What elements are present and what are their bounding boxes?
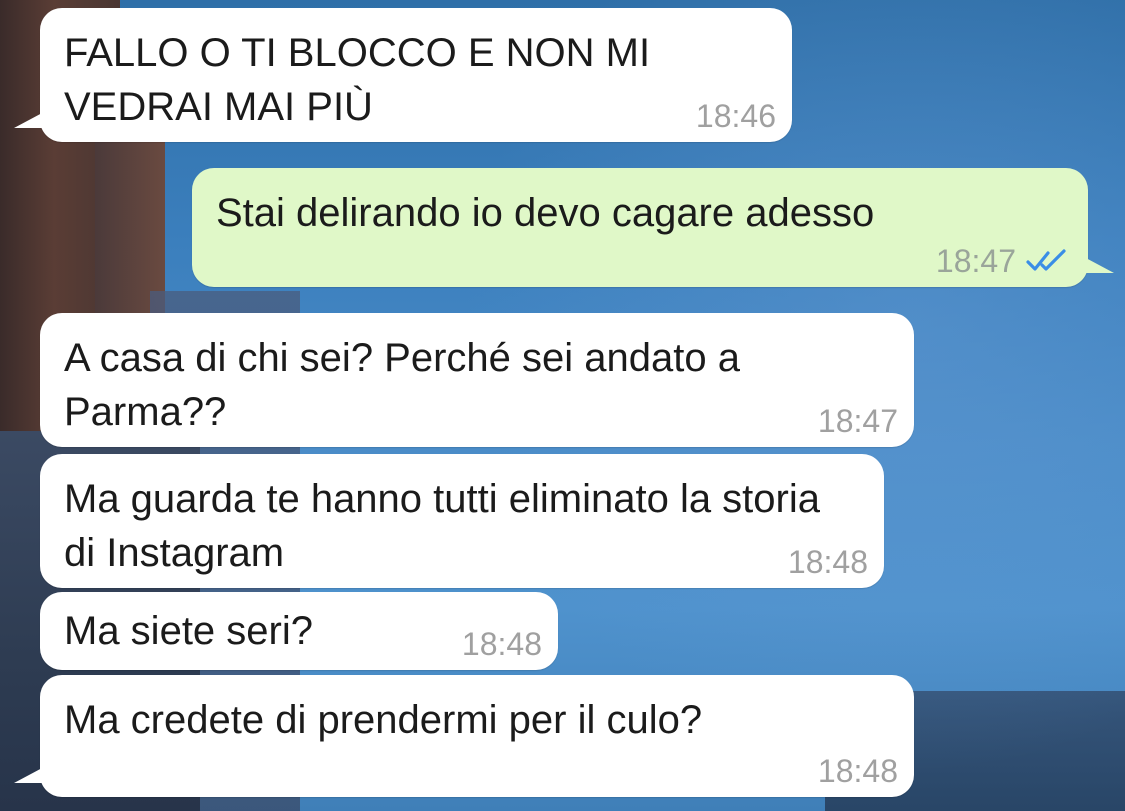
message-meta: 18:47	[936, 243, 1072, 279]
message-meta: 18:48	[462, 626, 542, 662]
message-list[interactable]: FALLO O TI BLOCCO E NON MI VEDRAI MAI PI…	[0, 0, 1125, 811]
message-text: A casa di chi sei? Perché sei andato a P…	[64, 336, 740, 434]
message-meta: 18:48	[788, 544, 868, 580]
double-check-icon	[1026, 249, 1066, 271]
bubble-tail	[1084, 257, 1114, 273]
message-meta: 18:47	[818, 403, 898, 439]
message-time: 18:47	[817, 403, 898, 439]
message-text: Ma guarda te hanno tutti eliminato la st…	[64, 477, 820, 575]
message-time: 18:47	[935, 243, 1016, 279]
bubble-tail	[14, 767, 44, 783]
bubble-tail	[14, 112, 44, 128]
incoming-message-bubble[interactable]: FALLO O TI BLOCCO E NON MI VEDRAI MAI PI…	[14, 8, 792, 142]
message-text: FALLO O TI BLOCCO E NON MI VEDRAI MAI PI…	[64, 31, 651, 129]
incoming-message-bubble[interactable]: Ma credete di prendermi per il culo? 18:…	[14, 675, 914, 797]
incoming-message-bubble[interactable]: Ma guarda te hanno tutti eliminato la st…	[40, 454, 884, 588]
message-text: Ma credete di prendermi per il culo?	[64, 698, 703, 742]
incoming-message-bubble[interactable]: Ma siete seri? 18:48	[40, 592, 558, 670]
incoming-message-bubble[interactable]: A casa di chi sei? Perché sei andato a P…	[40, 313, 914, 447]
message-time: 18:48	[787, 544, 868, 580]
message-time: 18:48	[817, 753, 898, 789]
message-time: 18:48	[461, 626, 542, 662]
message-text: Stai delirando io devo cagare adesso	[216, 191, 875, 235]
message-meta: 18:46	[696, 98, 776, 134]
outgoing-message-bubble[interactable]: Stai delirando io devo cagare adesso 18:…	[192, 168, 1114, 287]
message-time: 18:46	[695, 98, 776, 134]
message-meta: 18:48	[818, 753, 898, 789]
